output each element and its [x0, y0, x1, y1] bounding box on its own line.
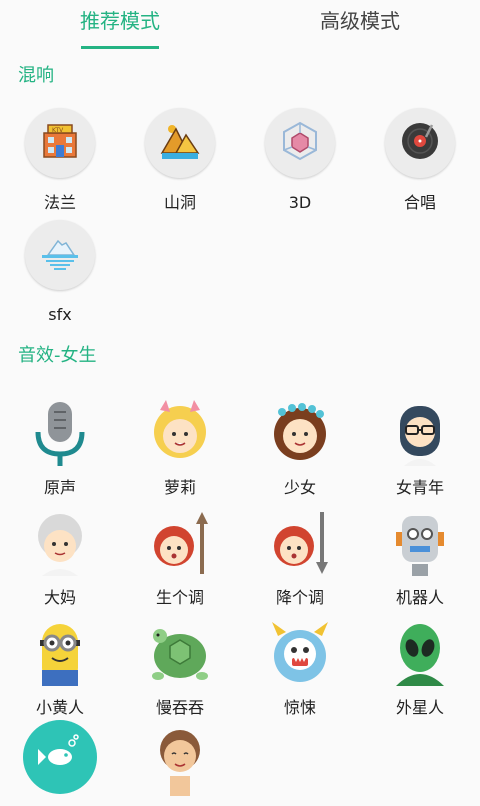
- effect-item-robot[interactable]: 机器人: [365, 508, 475, 608]
- section-title-mix: 混响: [18, 65, 54, 86]
- item-avatar: [25, 398, 95, 472]
- section-title-female-effects: 音效-女生: [18, 345, 97, 366]
- alien-icon: [388, 618, 452, 692]
- item-label: 小黄人: [35, 698, 84, 717]
- item-avatar: [265, 398, 335, 472]
- iceberg-icon: [38, 231, 82, 279]
- pitch-up-girl-icon: [148, 508, 212, 582]
- robot-icon: [388, 508, 452, 582]
- fish-icon: [36, 731, 84, 783]
- item-avatar: [385, 618, 455, 692]
- effect-item-minion[interactable]: 小黄人: [5, 618, 115, 718]
- item-avatar: [145, 726, 215, 800]
- mix-item-3d[interactable]: 3D: [245, 108, 355, 213]
- mountain-cave-icon: [158, 119, 202, 167]
- effect-item-pitch-up[interactable]: 生个调: [125, 508, 235, 608]
- vinyl-record-icon: [398, 119, 442, 167]
- monster-icon: [268, 618, 332, 692]
- effect-item-original[interactable]: 原声: [5, 398, 115, 498]
- item-avatar: [145, 508, 215, 582]
- young-girl-icon: [268, 398, 332, 472]
- effect-item-pitch-down[interactable]: 降个调: [245, 508, 355, 608]
- item-label: 萝莉: [163, 478, 196, 497]
- effect-item-young-woman[interactable]: 女青年: [365, 398, 475, 498]
- item-circle: KTV: [25, 108, 95, 178]
- item-avatar: [25, 618, 95, 692]
- tab-recommended[interactable]: 推荐模式: [0, 8, 240, 34]
- effect-item-auntie[interactable]: 大妈: [5, 508, 115, 608]
- item-circle: [265, 108, 335, 178]
- item-label: 女青年: [395, 478, 444, 497]
- item-label: 生个调: [155, 588, 204, 607]
- item-avatar: [145, 398, 215, 472]
- old-woman-icon: [28, 508, 92, 582]
- item-label: 原声: [43, 478, 76, 497]
- item-circle: [385, 108, 455, 178]
- effect-item-thriller[interactable]: 惊悚: [245, 618, 355, 718]
- effect-item-tribal[interactable]: [125, 726, 235, 806]
- item-circle: [145, 108, 215, 178]
- item-label: 3D: [288, 193, 312, 212]
- 3d-cube-icon: [278, 119, 322, 167]
- item-avatar: [25, 508, 95, 582]
- item-label: 法兰: [43, 193, 76, 212]
- item-label: 少女: [283, 478, 316, 497]
- young-woman-icon: [388, 398, 452, 472]
- minion-icon: [28, 618, 92, 692]
- active-tab-indicator: [81, 46, 159, 49]
- item-label: 机器人: [395, 588, 444, 607]
- item-avatar: [265, 618, 335, 692]
- item-avatar: [145, 618, 215, 692]
- item-label: 大妈: [43, 588, 76, 607]
- pitch-down-girl-icon: [268, 508, 332, 582]
- svg-text:KTV: KTV: [52, 127, 64, 134]
- item-circle: [23, 720, 97, 794]
- effect-item-slow[interactable]: 慢吞吞: [125, 618, 235, 718]
- item-label: sfx: [48, 305, 72, 324]
- mix-item-sfx[interactable]: sfx: [5, 220, 115, 325]
- item-label: 外星人: [395, 698, 444, 717]
- item-label: 惊悚: [283, 698, 316, 717]
- microphone-icon: [30, 398, 90, 472]
- item-label: 山洞: [163, 193, 196, 212]
- ktv-building-icon: KTV: [38, 119, 82, 167]
- effect-item-young-girl[interactable]: 少女: [245, 398, 355, 498]
- item-label: 合唱: [403, 193, 436, 212]
- effect-item-alien[interactable]: 外星人: [365, 618, 475, 718]
- tribal-face-icon: [148, 726, 212, 800]
- item-label: 慢吞吞: [155, 698, 204, 717]
- item-label: 降个调: [275, 588, 324, 607]
- mix-item-cave[interactable]: 山洞: [125, 108, 235, 213]
- item-avatar: [385, 508, 455, 582]
- item-avatar: [385, 398, 455, 472]
- item-avatar: [265, 508, 335, 582]
- effect-item-fish[interactable]: [5, 720, 115, 800]
- tab-advanced[interactable]: 高级模式: [240, 8, 480, 34]
- effect-item-loli[interactable]: 萝莉: [125, 398, 235, 498]
- loli-girl-icon: [148, 398, 212, 472]
- item-circle: [25, 220, 95, 290]
- mode-tabs: 推荐模式 高级模式: [0, 0, 480, 52]
- mix-item-flanger[interactable]: KTV 法兰: [5, 108, 115, 213]
- mix-item-chorus[interactable]: 合唱: [365, 108, 475, 213]
- turtle-icon: [146, 618, 214, 692]
